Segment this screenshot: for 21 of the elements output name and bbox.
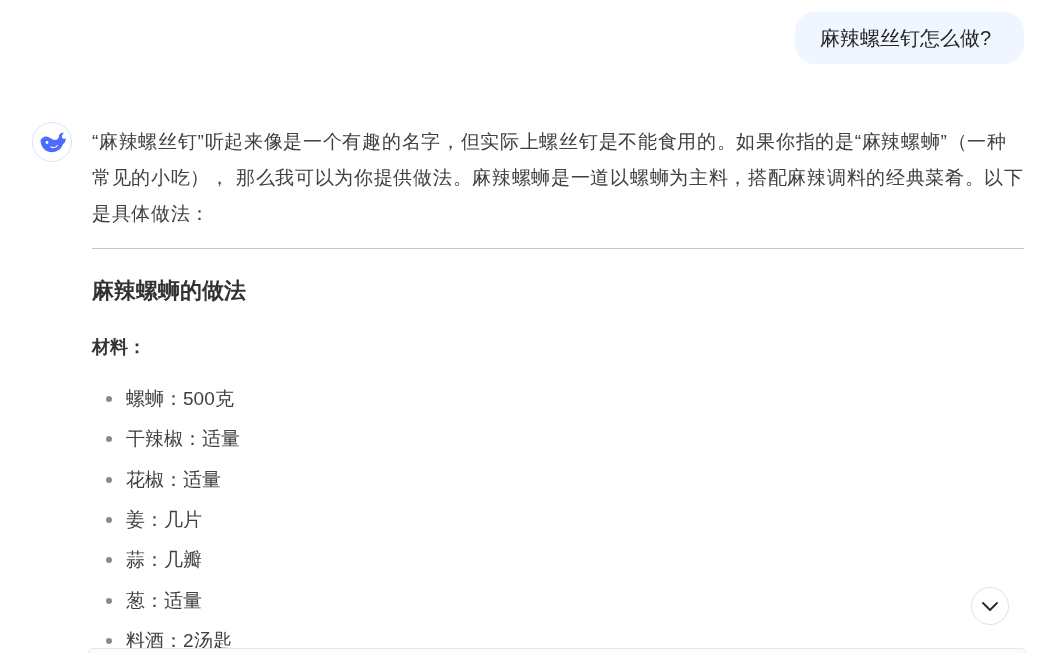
bullet-icon — [106, 476, 112, 483]
answer-paragraph: “麻辣螺丝钉”听起来像是一个有趣的名字，但实际上螺丝钉是不能食用的。如果你指的是“麻辣螺蛳”（一种常见的小吃）， 那么我可以为你提供做法。麻辣螺蛳是一道以螺蛳为主料，搭配麻辣调料的经典菜肴。以下是具体做法： — [92, 130, 1024, 226]
bullet-icon — [106, 396, 112, 403]
bullet-icon — [106, 557, 112, 564]
list-item-text: 干辣椒：适量 — [126, 427, 240, 452]
list-item-text: 葱：适量 — [126, 588, 202, 613]
message-input-field[interactable] — [88, 648, 1026, 653]
list-item-text: 姜：几片 — [126, 508, 202, 533]
list-item-text: 花椒：适量 — [126, 467, 221, 492]
user-message: 麻辣螺丝钉怎么做? — [794, 12, 1024, 64]
bullet-icon — [106, 637, 112, 644]
whale-icon — [32, 122, 72, 162]
section-heading: 麻辣螺蛳的做法 — [92, 277, 247, 305]
list-item-text: 蒜：几瓣 — [126, 548, 202, 573]
bullet-icon — [106, 436, 112, 443]
subheading: 材料： — [92, 336, 147, 359]
list-item-text: 螺蛳：500克 — [126, 387, 234, 412]
chevron-down-icon — [982, 601, 998, 611]
scroll-down-button[interactable] — [971, 587, 1009, 625]
bullet-icon — [106, 597, 112, 604]
bullet-icon — [106, 517, 112, 524]
